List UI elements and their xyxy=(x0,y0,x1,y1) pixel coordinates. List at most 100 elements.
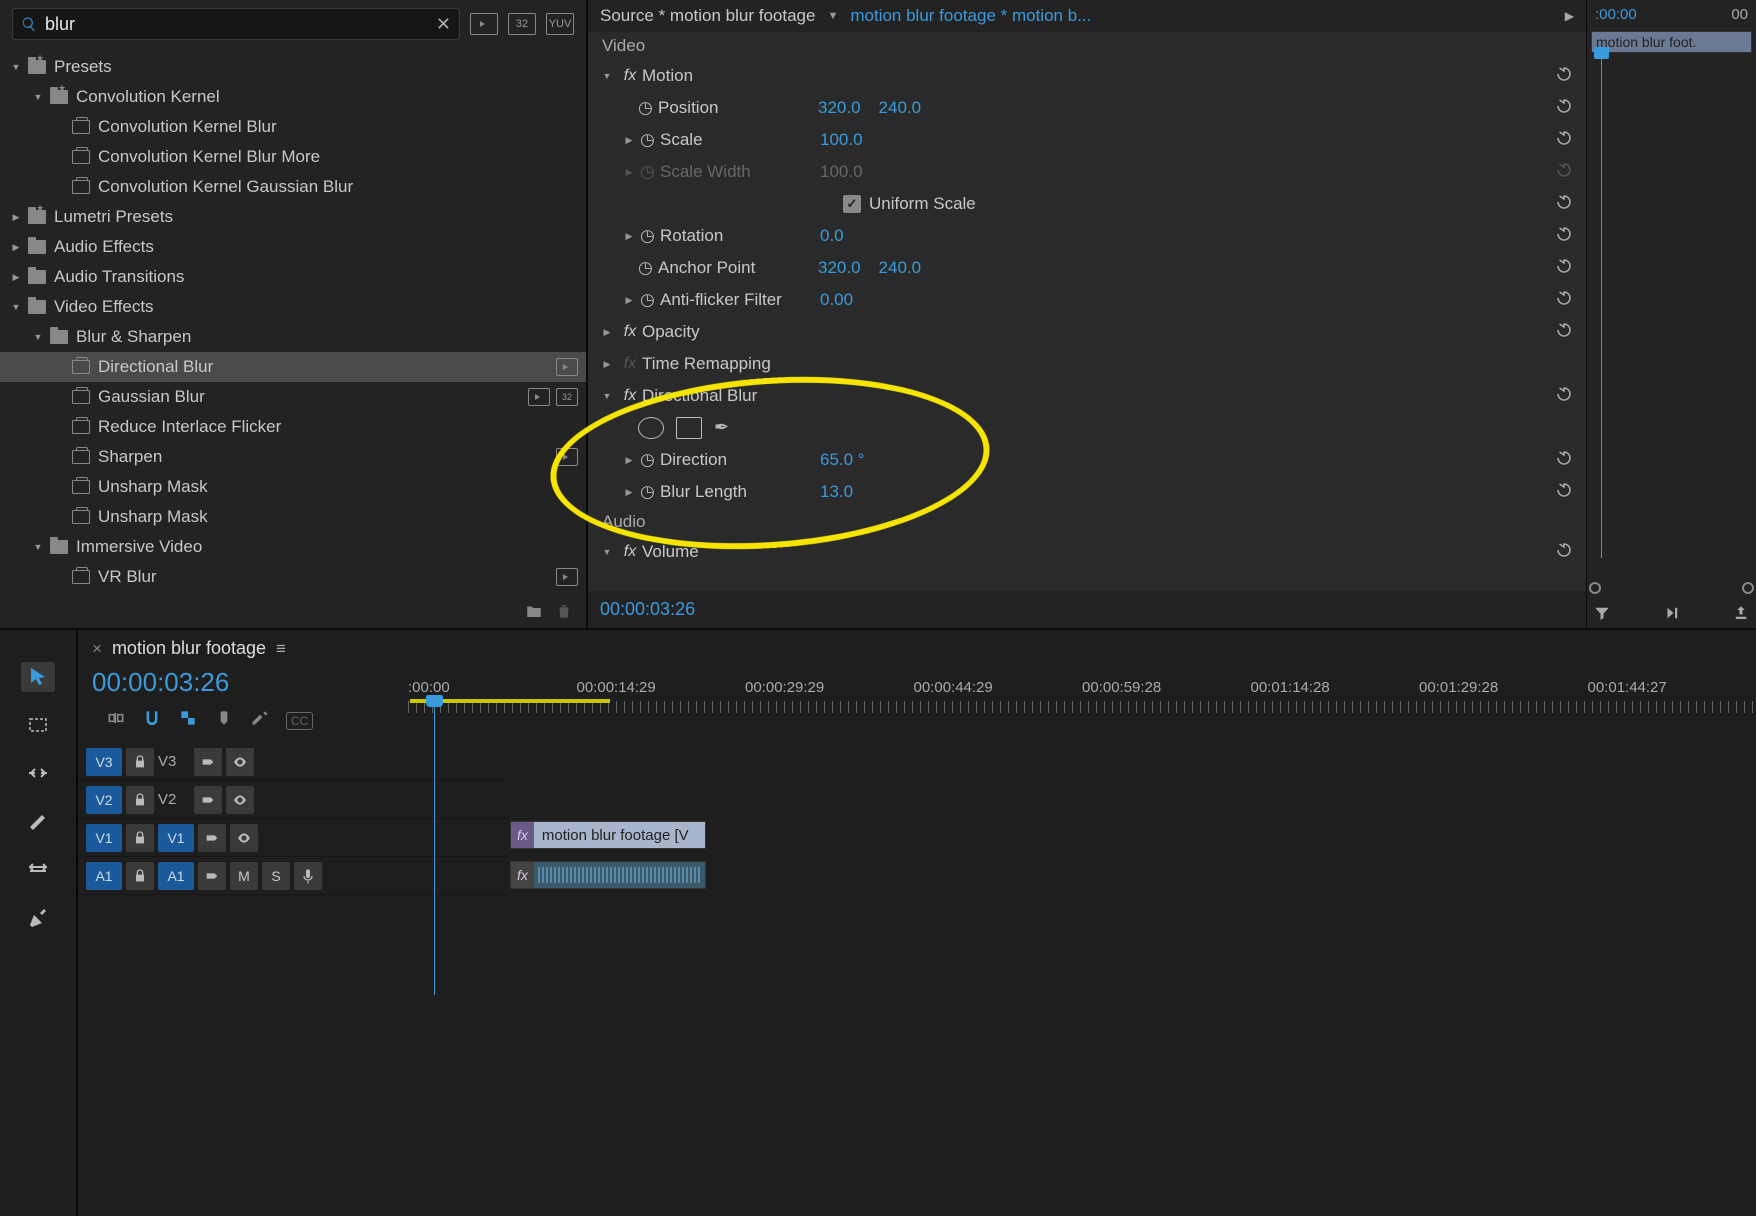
tree-conv-gauss[interactable]: Convolution Kernel Gaussian Blur xyxy=(0,172,586,202)
track-lock-icon[interactable] xyxy=(126,862,154,890)
mini-zoom-scroll[interactable] xyxy=(1587,582,1756,598)
rotation-row[interactable]: ◷Rotation0.0 xyxy=(588,220,1586,252)
fx-icon[interactable]: fx xyxy=(618,387,642,405)
position-y-value[interactable]: 240.0 xyxy=(879,98,922,118)
reset-icon[interactable] xyxy=(1550,225,1578,248)
mini-playhead[interactable] xyxy=(1601,55,1602,558)
track-visibility-icon[interactable] xyxy=(226,748,254,776)
timeline-clips-area[interactable]: fx motion blur footage [V fx xyxy=(508,743,1756,895)
reset-icon[interactable] xyxy=(1550,97,1578,120)
timeline-timecode[interactable]: 00:00:03:26 xyxy=(92,667,408,698)
ripple-edit-tool[interactable] xyxy=(21,758,55,788)
tree-blur-sharpen[interactable]: Blur & Sharpen xyxy=(0,322,586,352)
tree-vr-blur[interactable]: VR Blur xyxy=(0,562,586,592)
filter-icon[interactable] xyxy=(1593,604,1611,622)
uniform-scale-checkbox[interactable]: ✓ xyxy=(843,195,861,213)
razor-tool[interactable] xyxy=(21,806,55,836)
reset-icon[interactable] xyxy=(1550,481,1578,504)
tree-audio-effects[interactable]: Audio Effects xyxy=(0,232,586,262)
track-mute-button[interactable]: M xyxy=(230,862,258,890)
fx-icon[interactable]: fx xyxy=(618,543,642,561)
tree-lumetri[interactable]: Lumetri Presets xyxy=(0,202,586,232)
source-dropdown-icon[interactable]: ▼ xyxy=(827,10,838,22)
antiflicker-value[interactable]: 0.00 xyxy=(820,290,853,310)
pen-tool[interactable] xyxy=(21,902,55,932)
reset-icon[interactable] xyxy=(1550,129,1578,152)
32bit-badge[interactable]: 32 xyxy=(508,13,536,35)
anchor-point-row[interactable]: ◷Anchor Point320.0240.0 xyxy=(588,252,1586,284)
tree-audio-transitions[interactable]: Audio Transitions xyxy=(0,262,586,292)
reset-icon[interactable] xyxy=(1550,321,1578,344)
stopwatch-icon[interactable]: ◷ xyxy=(638,258,658,278)
voiceover-icon[interactable] xyxy=(294,862,322,890)
tree-unsharp-mask-2[interactable]: Unsharp Mask xyxy=(0,502,586,532)
volume-effect-row[interactable]: fxVolume xyxy=(588,536,1586,568)
track-visibility-icon[interactable] xyxy=(230,824,258,852)
direction-row[interactable]: ◷Direction65.0 ° xyxy=(588,444,1586,476)
track-target-a1[interactable]: A1 xyxy=(158,862,194,890)
stopwatch-icon[interactable]: ◷ xyxy=(638,98,658,118)
settings-icon[interactable] xyxy=(250,708,270,733)
yuv-badge[interactable]: YUV xyxy=(546,13,574,35)
anchor-x-value[interactable]: 320.0 xyxy=(818,258,861,278)
export-icon[interactable] xyxy=(1732,604,1750,622)
tree-conv-blur[interactable]: Convolution Kernel Blur xyxy=(0,112,586,142)
effects-search-input[interactable] xyxy=(37,14,436,35)
fx-icon[interactable]: fx xyxy=(618,323,642,341)
motion-effect-row[interactable]: fxMotion xyxy=(588,60,1586,92)
directional-blur-effect-row[interactable]: fxDirectional Blur xyxy=(588,380,1586,412)
track-v3[interactable]: V3 V3 xyxy=(78,743,508,781)
antiflicker-row[interactable]: ◷Anti-flicker Filter0.00 xyxy=(588,284,1586,316)
rotation-value[interactable]: 0.0 xyxy=(820,226,844,246)
track-output-icon[interactable] xyxy=(194,786,222,814)
stopwatch-icon[interactable]: ◷ xyxy=(640,482,660,502)
track-target-v1[interactable]: V1 xyxy=(158,824,194,852)
reset-icon[interactable] xyxy=(1550,449,1578,472)
stopwatch-icon[interactable]: ◷ xyxy=(640,226,660,246)
track-solo-button[interactable]: S xyxy=(262,862,290,890)
new-bin-icon[interactable] xyxy=(524,602,544,620)
scale-value[interactable]: 100.0 xyxy=(820,130,863,150)
tree-conv-blur-more[interactable]: Convolution Kernel Blur More xyxy=(0,142,586,172)
reset-icon[interactable] xyxy=(1550,65,1578,88)
track-visibility-icon[interactable] xyxy=(226,786,254,814)
pen-mask-icon[interactable]: ✒ xyxy=(714,417,729,439)
snap-icon[interactable] xyxy=(142,708,162,733)
fx-icon[interactable]: fx xyxy=(618,355,642,373)
slip-tool[interactable] xyxy=(21,854,55,884)
reset-icon[interactable] xyxy=(1550,193,1578,216)
source-patch-v1[interactable]: V1 xyxy=(86,824,122,852)
step-forward-icon[interactable] xyxy=(1663,604,1681,622)
sequence-tab[interactable]: motion blur footage xyxy=(112,638,266,659)
selection-tool[interactable] xyxy=(21,662,55,692)
track-target-v3[interactable]: V3 xyxy=(86,748,122,776)
track-lock-icon[interactable] xyxy=(126,824,154,852)
effects-search-box[interactable]: ✕ xyxy=(12,8,460,40)
tree-unsharp-mask-1[interactable]: Unsharp Mask xyxy=(0,472,586,502)
tree-reduce-interlace[interactable]: Reduce Interlace Flicker xyxy=(0,412,586,442)
uniform-scale-row[interactable]: ✓Uniform Scale xyxy=(588,188,1586,220)
play-icon[interactable]: ▶ xyxy=(1565,9,1574,23)
track-lock-icon[interactable] xyxy=(126,748,154,776)
close-tab-icon[interactable]: × xyxy=(92,639,102,659)
track-lock-icon[interactable] xyxy=(126,786,154,814)
blur-length-value[interactable]: 13.0 xyxy=(820,482,853,502)
reset-icon[interactable] xyxy=(1550,289,1578,312)
track-v2[interactable]: V2 V2 xyxy=(78,781,508,819)
timeline-ruler[interactable]: :00:0000:00:14:2900:00:29:2900:00:44:290… xyxy=(408,673,1756,737)
anchor-y-value[interactable]: 240.0 xyxy=(879,258,922,278)
scale-row[interactable]: ◷Scale100.0 xyxy=(588,124,1586,156)
tree-immersive[interactable]: Immersive Video xyxy=(0,532,586,562)
reset-icon[interactable] xyxy=(1550,541,1578,564)
audio-clip[interactable]: fx xyxy=(510,861,706,889)
marker-icon[interactable] xyxy=(214,708,234,733)
fx-icon[interactable]: fx xyxy=(618,67,642,85)
rect-mask-icon[interactable] xyxy=(676,417,702,439)
blur-length-row[interactable]: ◷Blur Length13.0 xyxy=(588,476,1586,508)
track-v1[interactable]: V1 V1 xyxy=(78,819,508,857)
time-remapping-row[interactable]: fxTime Remapping xyxy=(588,348,1586,380)
accelerated-effects-badge[interactable] xyxy=(470,13,498,35)
sequence-label[interactable]: motion blur footage * motion b... xyxy=(850,6,1556,26)
track-target-v2[interactable]: V2 xyxy=(86,786,122,814)
position-x-value[interactable]: 320.0 xyxy=(818,98,861,118)
